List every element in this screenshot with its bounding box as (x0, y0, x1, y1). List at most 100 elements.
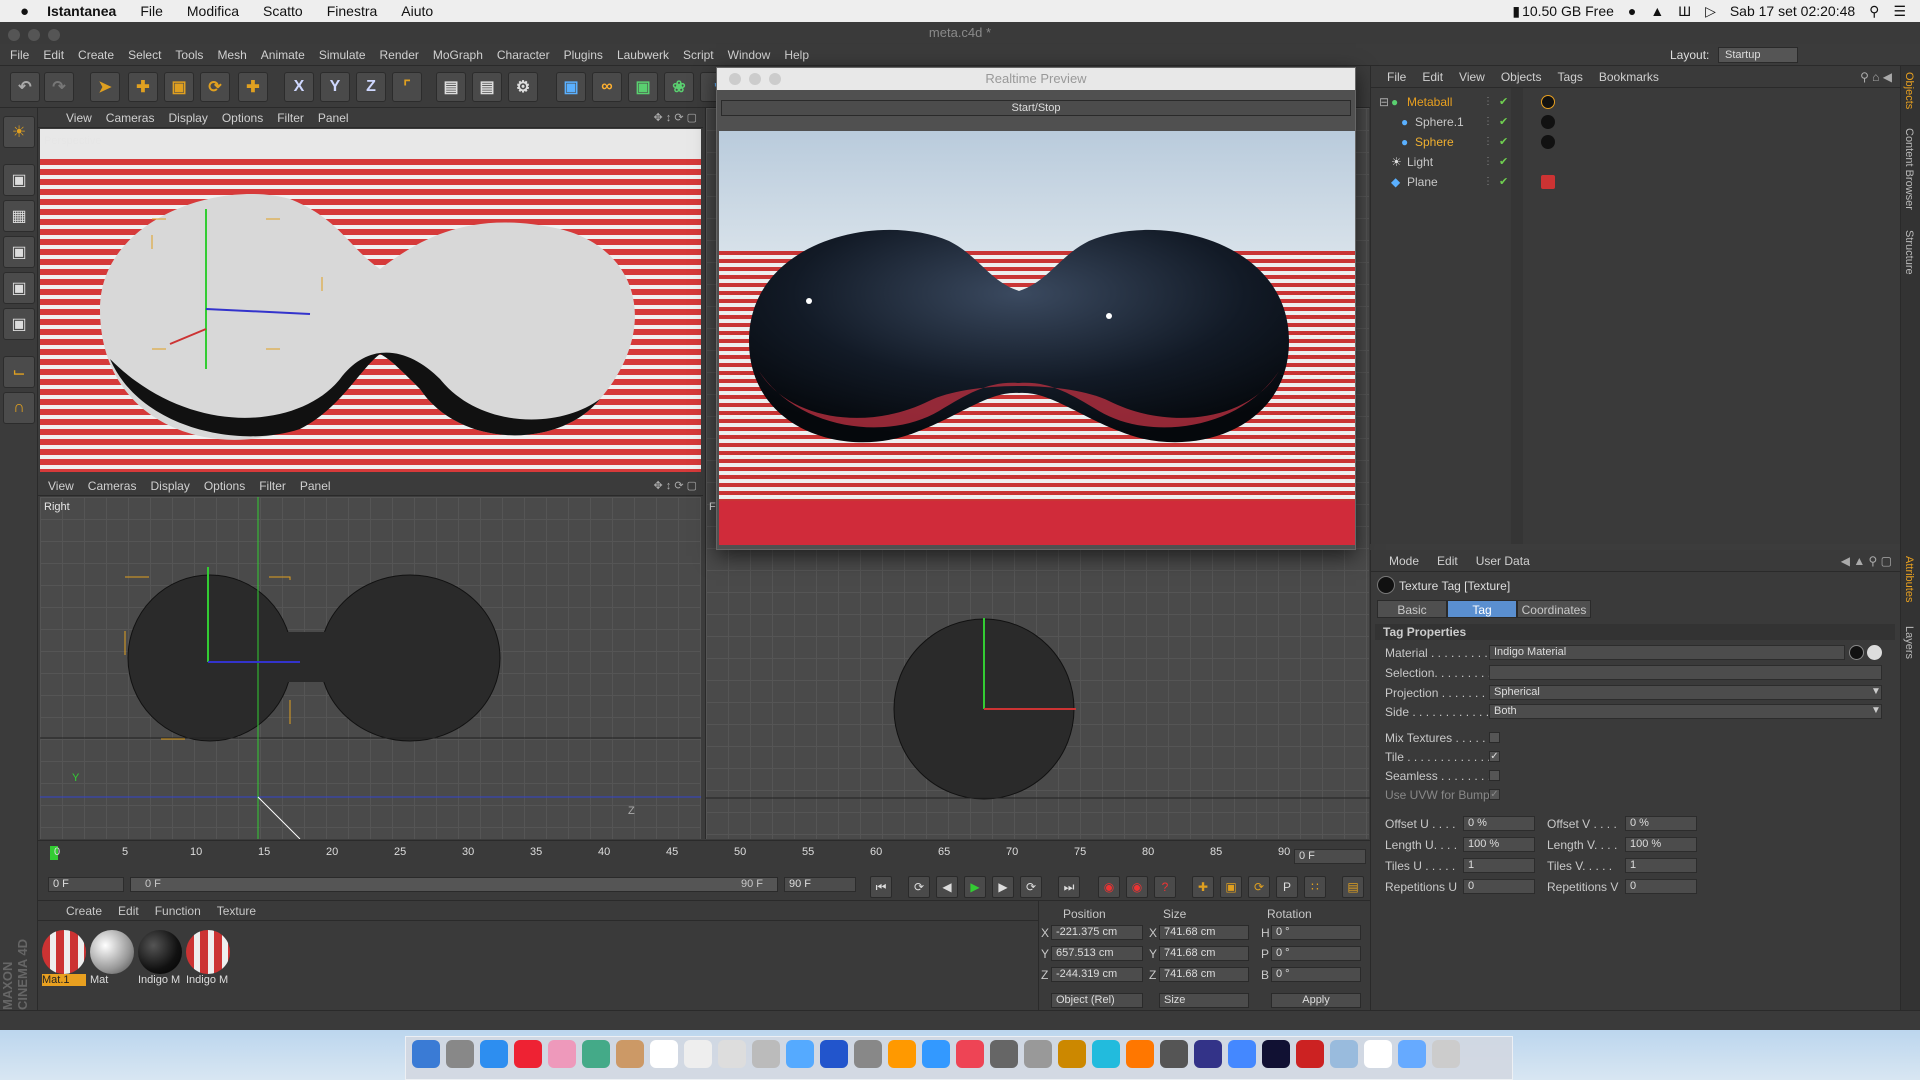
menu-tools[interactable]: Tools (175, 48, 203, 62)
next-frame-icon[interactable]: ▶ (992, 876, 1014, 898)
y-axis-lock-button[interactable]: Y (320, 72, 350, 102)
length-v-field[interactable]: 100 % (1625, 837, 1697, 852)
dock-app-icon[interactable] (1262, 1040, 1290, 1068)
start-frame-field[interactable]: 0 F (48, 877, 124, 892)
coord-rotation-field[interactable]: 0 ° (1271, 967, 1361, 982)
mix-textures-checkbox[interactable] (1489, 732, 1500, 743)
mac-menu-scatto[interactable]: Scatto (263, 3, 303, 19)
dock-app-icon[interactable] (1296, 1040, 1324, 1068)
menu-select[interactable]: Select (128, 48, 161, 62)
object-name-sphere[interactable]: Sphere (1415, 132, 1454, 152)
visibility-dots[interactable]: ⋮ (1483, 152, 1493, 172)
enabled-check[interactable]: ✔ (1499, 132, 1508, 152)
coord-size-field[interactable]: 741.68 cm (1159, 946, 1249, 961)
redo-icon[interactable]: ↷ (44, 72, 74, 102)
zoom-window-button[interactable] (48, 29, 60, 41)
wireframe-sphere-1[interactable] (127, 574, 293, 742)
coord-position-field[interactable]: -221.375 cm (1051, 925, 1143, 940)
preview-close-button[interactable] (729, 73, 741, 85)
scale-icon[interactable]: ▣ (164, 72, 194, 102)
frame-range-slider[interactable]: 0 F 90 F (130, 877, 778, 892)
object-row-metaball[interactable]: ⊟ ● Metaball ⋮ ✔ (1375, 92, 1895, 112)
tab-attributes[interactable]: Attributes (1903, 556, 1915, 602)
dock-app-icon[interactable] (1398, 1040, 1426, 1068)
obj-search-icon[interactable]: ⚲ ⌂ ◀ (1860, 70, 1892, 84)
vp1-nav-icons[interactable]: ✥ ↕ ⟳ ▢ (654, 111, 698, 124)
texture-mode-icon[interactable]: ▦ (3, 200, 35, 232)
cube-primitive-icon[interactable]: ▣ (556, 72, 586, 102)
spotlight-icon[interactable]: ⚲ (1869, 3, 1879, 20)
menu-laubwerk[interactable]: Laubwerk (617, 48, 669, 62)
previous-key-icon[interactable]: ⟳ (908, 876, 930, 898)
material-swatch-mat1[interactable] (42, 930, 86, 974)
material-name-indigo1[interactable]: Indigo M (138, 974, 182, 986)
offset-u-field[interactable]: 0 % (1463, 816, 1535, 831)
rotate-icon[interactable]: ⟳ (200, 72, 230, 102)
tiles-v-field[interactable]: 1 (1625, 858, 1697, 873)
dock-app-icon[interactable] (616, 1040, 644, 1068)
points-mode-icon[interactable]: ▣ (3, 236, 35, 268)
wifi-icon[interactable]: ▲ (1650, 3, 1664, 19)
menu-mesh[interactable]: Mesh (217, 48, 246, 62)
dock-app-icon[interactable] (1194, 1040, 1222, 1068)
enabled-check[interactable]: ✔ (1499, 112, 1508, 132)
spline-pen-icon[interactable]: ∞ (592, 72, 622, 102)
vp2-nav-icons[interactable]: ✥ ↕ ⟳ ▢ (654, 479, 698, 492)
dock-app-icon[interactable] (786, 1040, 814, 1068)
clock[interactable]: Sab 17 set 02:20:48 (1730, 3, 1855, 19)
dock-app-icon[interactable] (922, 1040, 950, 1068)
autokey-icon[interactable]: ◉ (1126, 876, 1148, 898)
model-mode-icon[interactable]: ▣ (3, 164, 35, 196)
add-icon[interactable]: ✚ (238, 72, 268, 102)
expand-icon[interactable]: ⊟ (1379, 92, 1389, 112)
tab-structure[interactable]: Structure (1903, 230, 1915, 275)
edges-mode-icon[interactable]: ▣ (3, 272, 35, 304)
snap-magnet-icon[interactable]: ∩ (3, 392, 35, 424)
parameter-key-icon[interactable]: P (1276, 876, 1298, 898)
attr-menu-edit[interactable]: Edit (1437, 554, 1458, 568)
menu-file[interactable]: File (10, 48, 29, 62)
dock-app-icon[interactable] (684, 1040, 712, 1068)
position-key-icon[interactable]: ✚ (1192, 876, 1214, 898)
dock-app-icon[interactable] (1160, 1040, 1188, 1068)
material-swatch-mat[interactable] (90, 930, 134, 974)
dock-app-icon[interactable] (820, 1040, 848, 1068)
obj-menu-file[interactable]: File (1387, 70, 1406, 84)
dock-app-icon[interactable] (514, 1040, 542, 1068)
obj-menu-view[interactable]: View (1459, 70, 1485, 84)
mat-menu-create[interactable]: Create (66, 904, 102, 918)
notification-icon[interactable]: ☰ (1893, 3, 1906, 20)
uvw-bump-checkbox[interactable]: ✓ (1489, 789, 1500, 800)
visibility-dots[interactable]: ⋮ (1483, 132, 1493, 152)
vp2-menu-cameras[interactable]: Cameras (88, 479, 137, 493)
vp1-menu-display[interactable]: Display (168, 111, 207, 125)
dock-app-icon[interactable] (1058, 1040, 1086, 1068)
tab-tag[interactable]: Tag (1447, 600, 1517, 618)
coord-size-field[interactable]: 741.68 cm (1159, 967, 1249, 982)
obj-menu-tags[interactable]: Tags (1558, 70, 1583, 84)
subdivision-icon[interactable]: ▣ (628, 72, 658, 102)
vp2-menu-view[interactable]: View (48, 479, 74, 493)
timeline-window-icon[interactable]: ▤ (1342, 876, 1364, 898)
z-axis-lock-button[interactable]: Z (356, 72, 386, 102)
coordinate-system-icon[interactable]: ⌜ (392, 72, 422, 102)
dock-app-icon[interactable] (1126, 1040, 1154, 1068)
texture-tag-icon[interactable] (1541, 175, 1555, 189)
next-key-icon[interactable]: ⟳ (1020, 876, 1042, 898)
object-row-sphere[interactable]: ● Sphere ⋮ ✔ (1375, 132, 1895, 152)
mac-menu-file[interactable]: File (140, 3, 163, 19)
dock-app-icon[interactable] (1024, 1040, 1052, 1068)
dock-app-icon[interactable] (990, 1040, 1018, 1068)
menu-character[interactable]: Character (497, 48, 550, 62)
minimize-window-button[interactable] (28, 29, 40, 41)
make-editable-icon[interactable]: ☀ (3, 116, 35, 148)
menu-edit[interactable]: Edit (43, 48, 64, 62)
previous-frame-icon[interactable]: ◀ (936, 876, 958, 898)
object-row-light[interactable]: ☀ Light ⋮ ✔ (1375, 152, 1895, 172)
vp2-menu-display[interactable]: Display (150, 479, 189, 493)
texture-tag-icon[interactable] (1541, 135, 1555, 149)
dock-app-icon[interactable] (412, 1040, 440, 1068)
projection-select[interactable]: Spherical (1489, 685, 1882, 700)
menu-window[interactable]: Window (728, 48, 771, 62)
tile-checkbox[interactable]: ✓ (1489, 751, 1500, 762)
